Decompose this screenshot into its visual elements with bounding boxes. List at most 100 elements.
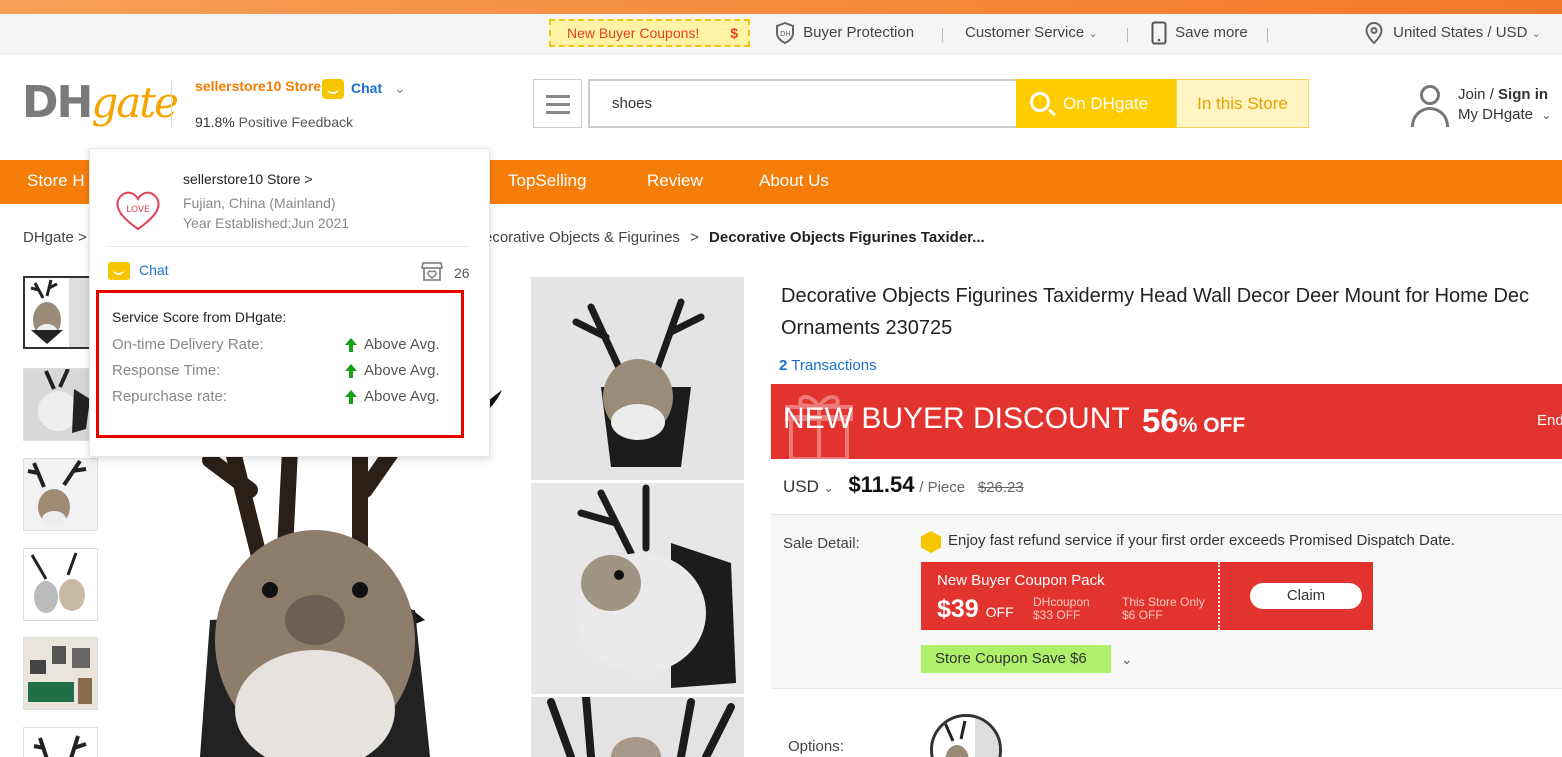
new-buyer-coupon-pack: New Buyer Coupon Pack $39 OFF DHcoupon $… <box>921 562 1373 630</box>
product-thumbnail[interactable] <box>23 727 98 757</box>
top-promo-strip <box>0 0 1562 14</box>
heart-logo-icon: LOVE <box>116 191 160 231</box>
currency-selector[interactable]: USD ⌄ <box>783 477 838 496</box>
discount-label: NEW BUYER DISCOUNT <box>783 402 1130 435</box>
breadcrumb-dhgate[interactable]: DHgate <box>23 229 74 246</box>
score-label: Response Time: <box>112 362 221 379</box>
store-only-value: $6 OFF <box>1122 608 1163 622</box>
breadcrumb-current: Decorative Objects Figurines Taxider... <box>709 229 985 246</box>
chat-icon[interactable] <box>108 262 130 280</box>
coupon-off-label: OFF <box>985 604 1014 620</box>
divider <box>108 246 470 247</box>
popup-store-name-link[interactable]: sellerstore10 Store > <box>183 171 313 187</box>
search-in-store-button[interactable]: In this Store <box>1176 79 1309 128</box>
menu-icon-bar <box>546 103 570 106</box>
service-score-title: Service Score from DHgate: <box>112 309 287 325</box>
menu-icon-bar <box>546 95 570 98</box>
feedback-percentage: 91.8% <box>195 114 235 130</box>
join-link[interactable]: Join <box>1458 86 1486 103</box>
transactions-count: 2 <box>779 357 788 374</box>
jackalope-thumbnail-image <box>25 278 96 347</box>
divider <box>942 28 943 42</box>
gallery-image[interactable] <box>531 697 744 757</box>
breadcrumb-separator: > <box>690 229 699 246</box>
coupon-divider <box>1218 562 1220 630</box>
breadcrumb-separator: > <box>78 229 87 246</box>
search-icon <box>1030 92 1050 112</box>
chat-icon[interactable] <box>322 79 344 99</box>
popup-store-year: Year Established:Jun 2021 <box>183 215 350 231</box>
customer-service-menu[interactable]: Customer Service ⌄ <box>965 14 1098 54</box>
my-dhgate-menu[interactable]: My DHgate ⌄ <box>1458 106 1551 123</box>
breadcrumb: DHgate > <box>23 229 87 246</box>
sale-detail-panel: Sale Detail: Enjoy fast refund service i… <box>771 514 1562 689</box>
save-more-link[interactable]: Save more <box>1151 14 1248 54</box>
discount-ends-label: End <box>1537 412 1562 429</box>
region-selector[interactable]: United States / USD ⌄ <box>1365 14 1541 54</box>
sale-detail-label: Sale Detail: <box>783 535 860 552</box>
room-scene-thumbnail-image <box>24 638 97 709</box>
jackalope-pair-thumbnail-image <box>24 549 97 620</box>
product-thumbnail[interactable] <box>23 548 98 621</box>
product-thumbnail[interactable] <box>23 368 98 441</box>
currency-label: USD <box>783 477 819 496</box>
score-label: On-time Delivery Rate: <box>112 336 264 353</box>
product-thumbnail[interactable] <box>23 458 98 531</box>
shield-icon: DH <box>776 21 794 45</box>
search-input[interactable] <box>588 79 1016 128</box>
breadcrumb-category[interactable]: ecorative Objects & Figurines <box>484 229 680 246</box>
store-favorite-icon[interactable] <box>420 259 444 283</box>
store-favorite-count: 26 <box>454 265 470 281</box>
score-value: Above Avg. <box>364 362 440 379</box>
nav-about-us[interactable]: About Us <box>759 160 829 204</box>
coupon-pack-amount: $39 OFF <box>937 595 1014 624</box>
claim-button[interactable]: Claim <box>1250 583 1362 609</box>
transactions[interactable]: 2 Transactions <box>779 357 877 374</box>
buyer-protection-link[interactable]: DH Buyer Protection <box>775 14 914 54</box>
popup-store-location: Fujian, China (Mainland) <box>183 195 336 211</box>
category-menu-button[interactable] <box>533 79 582 128</box>
nav-topselling[interactable]: TopSelling <box>508 160 586 204</box>
nav-store-home[interactable]: Store H <box>27 160 85 204</box>
jackalope-side-thumbnail-image <box>24 369 97 440</box>
lightning-icon <box>921 531 941 553</box>
store-coupon-badge[interactable]: Store Coupon Save $6 <box>921 645 1111 673</box>
options-label: Options: <box>788 738 844 755</box>
logo-gate: gate <box>91 78 179 127</box>
popup-chat-link[interactable]: Chat <box>139 262 169 278</box>
user-icon-head <box>1420 85 1440 105</box>
join-signin: Join / Sign in <box>1458 86 1549 103</box>
option-swatch-image <box>933 717 999 757</box>
chevron-down-icon: ⌄ <box>1541 108 1552 122</box>
score-row-delivery: On-time Delivery Rate: Above Avg. <box>112 336 452 353</box>
new-buyer-coupons-link[interactable]: New Buyer Coupons! $ <box>549 19 750 47</box>
chevron-down-icon: ⌄ <box>1088 28 1098 40</box>
product-thumbnail[interactable] <box>23 637 98 710</box>
coupon-amount-value: $39 <box>937 595 979 623</box>
price-row: USD ⌄ $11.54 / Piece $26.23 <box>783 472 1024 498</box>
gallery-image[interactable] <box>531 483 744 694</box>
jackalope-front-thumbnail-image <box>24 459 97 530</box>
discount-percent: 56% OFF <box>1142 402 1245 440</box>
search-on-dhgate-button[interactable]: On DHgate <box>1016 79 1176 128</box>
nav-review[interactable]: Review <box>647 160 703 204</box>
dhgate-logo[interactable]: DHgate <box>22 77 179 128</box>
option-swatch[interactable] <box>930 714 1002 757</box>
region-label: United States / USD <box>1393 24 1528 41</box>
new-buyer-discount-banner: NEW BUYER DISCOUNT 56% OFF End <box>771 384 1562 459</box>
product-thumbnail[interactable] <box>23 276 98 349</box>
chat-link[interactable]: Chat <box>351 80 382 96</box>
score-row-response: Response Time: Above Avg. <box>112 362 452 379</box>
sign-in-link[interactable]: Sign in <box>1498 86 1548 103</box>
chevron-down-icon[interactable]: ⌄ <box>394 80 406 97</box>
dhcoupon-detail: DHcoupon $33 OFF <box>1033 596 1090 622</box>
store-logo[interactable]: LOVE <box>108 179 168 239</box>
store-name-link[interactable]: sellerstore10 Store <box>195 78 321 94</box>
user-icon[interactable] <box>1410 85 1450 127</box>
chevron-down-icon[interactable]: ⌄ <box>1121 651 1133 668</box>
price-amount: $11.54 <box>848 472 915 497</box>
coupon-pack-title: New Buyer Coupon Pack <box>937 572 1105 589</box>
arrow-up-icon <box>345 338 357 352</box>
discount-off-label: % OFF <box>1178 414 1246 437</box>
gallery-image[interactable] <box>531 277 744 480</box>
